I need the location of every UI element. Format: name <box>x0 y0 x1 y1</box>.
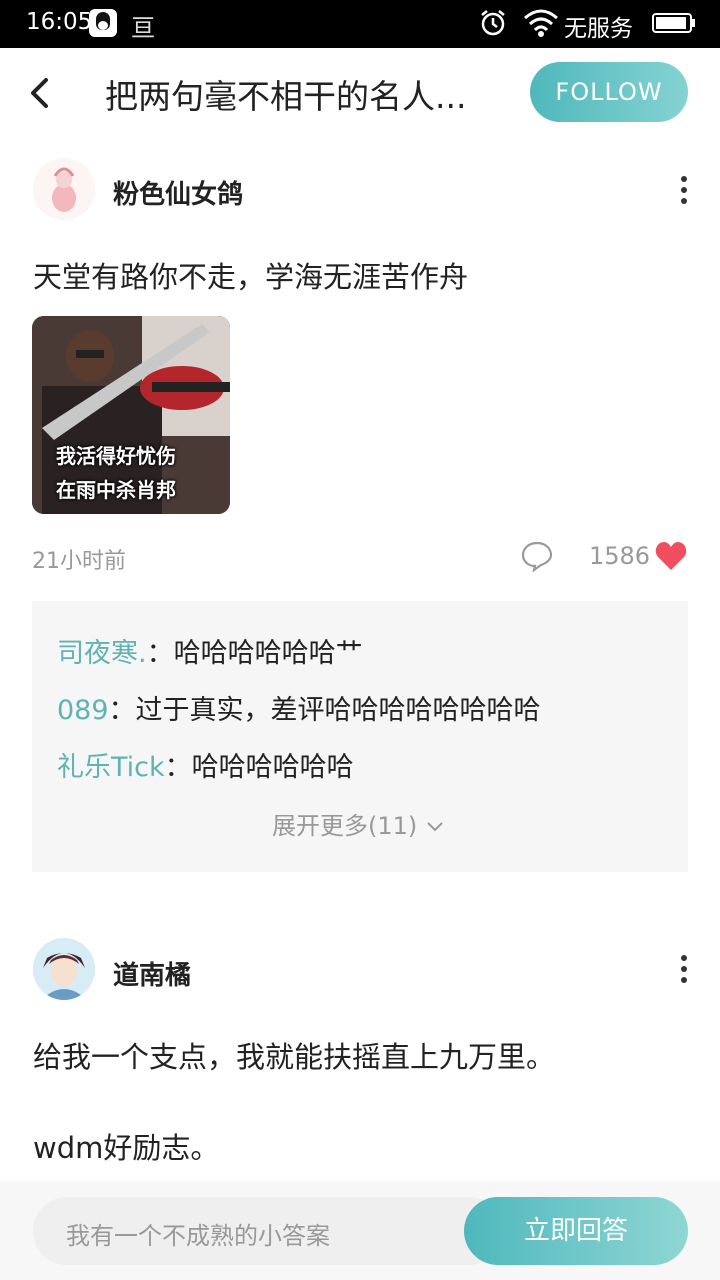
answer-text-line1: 给我一个支点，我就能扶摇直上九万里。 <box>33 1040 556 1074</box>
avatar-illustration <box>33 938 95 1000</box>
bottom-answer-bar: 我有一个不成熟的小答案 立即回答 <box>0 1181 720 1280</box>
answer-text-line2: wdm好励志。 <box>33 1131 220 1165</box>
answer-input[interactable]: 我有一个不成熟的小答案 <box>33 1197 503 1265</box>
answer-card: 道南橘 给我一个支点，我就能扶摇直上九万里。 wdm好励志。 <box>0 0 720 1180</box>
more-options-icon[interactable] <box>672 950 696 990</box>
answer-input-placeholder: 我有一个不成熟的小答案 <box>66 1222 330 1250</box>
answer-now-button[interactable]: 立即回答 <box>464 1197 688 1265</box>
author-name[interactable]: 道南橘 <box>113 955 191 992</box>
avatar[interactable] <box>33 938 95 1000</box>
